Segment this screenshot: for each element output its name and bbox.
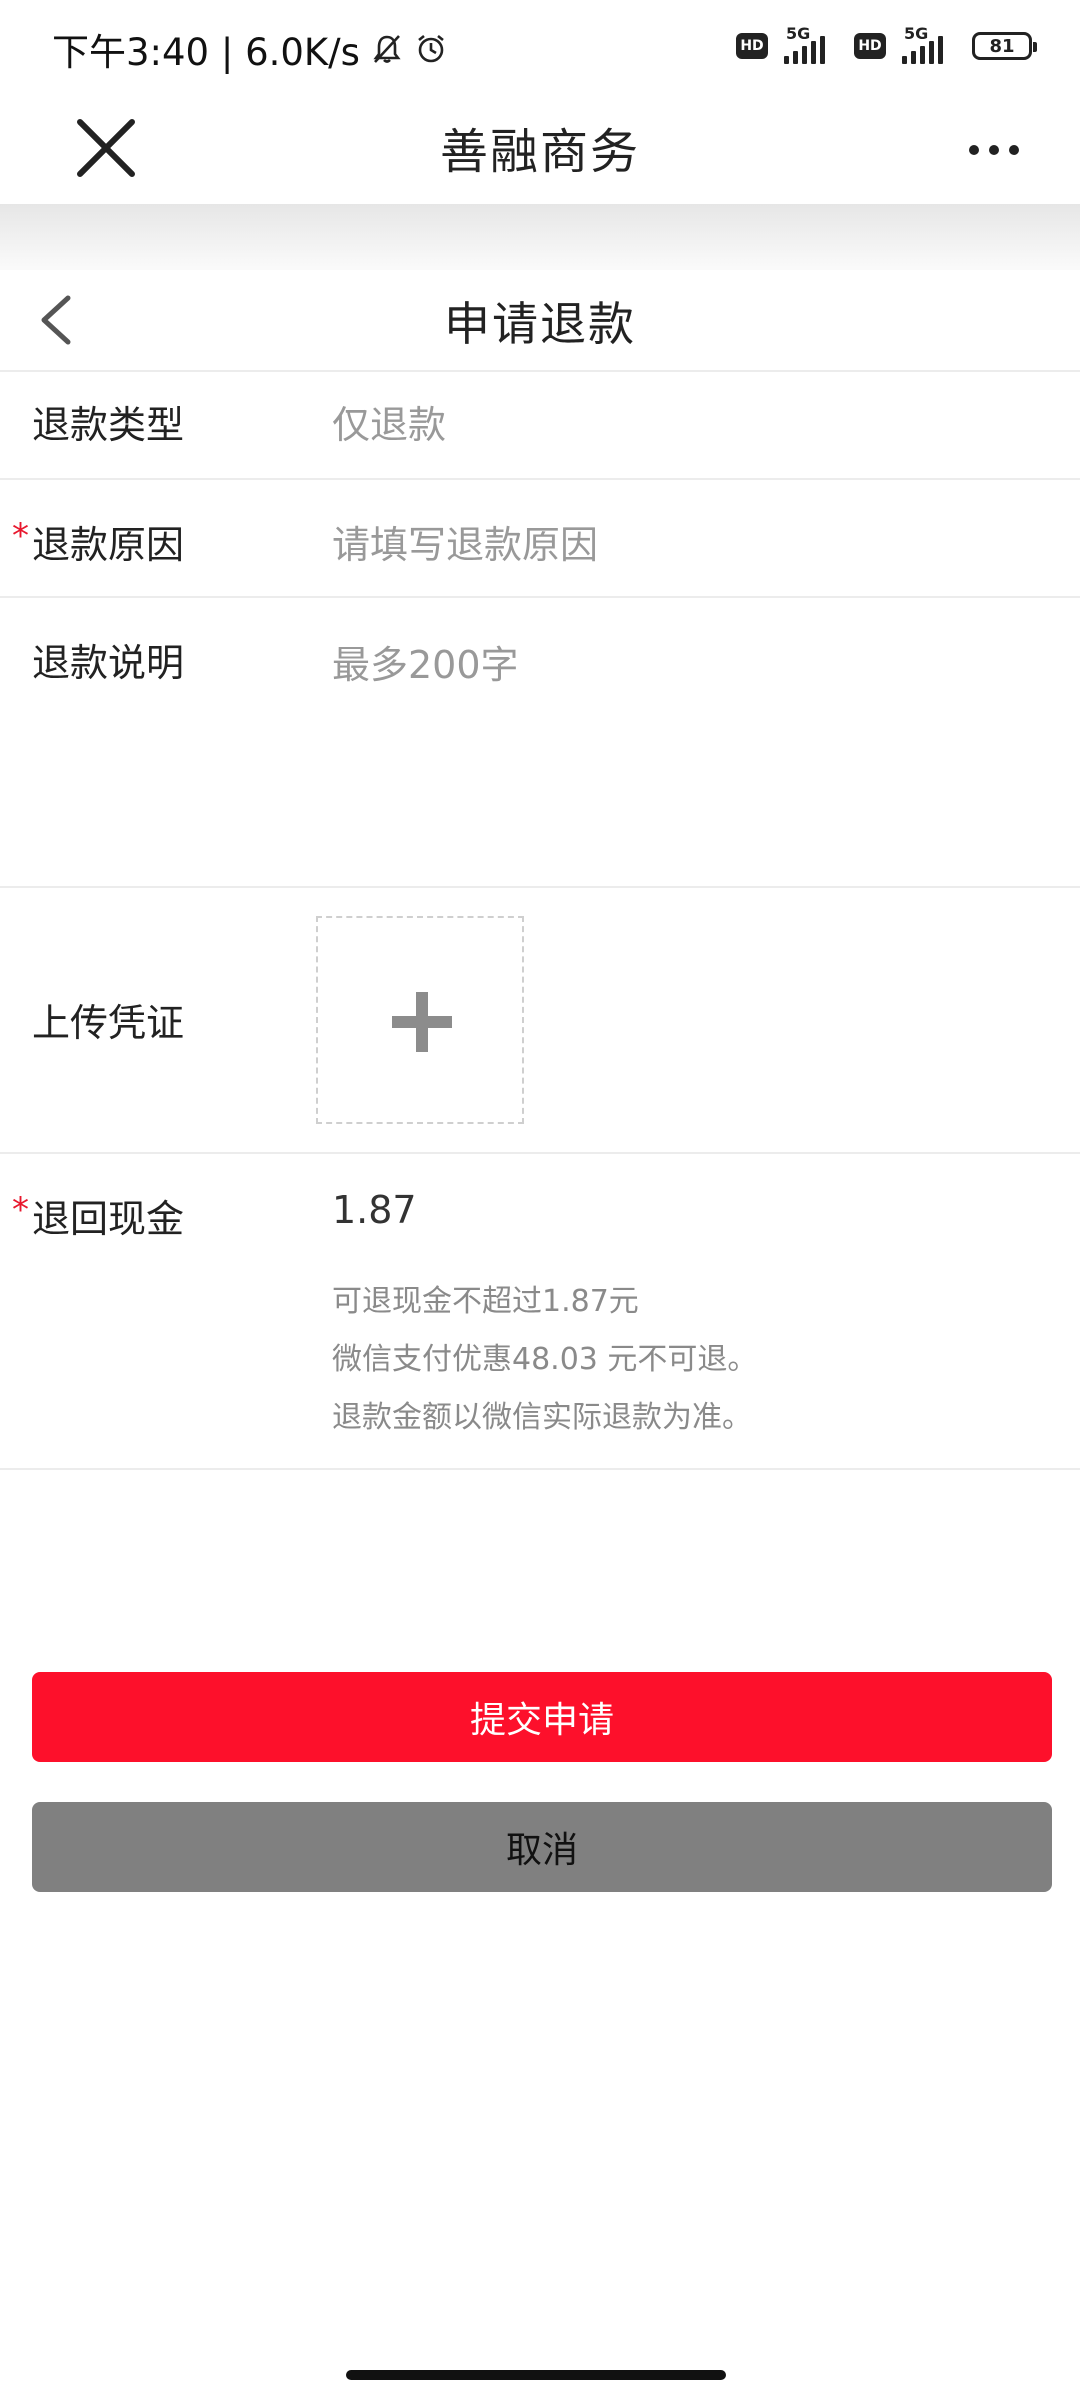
upload-proof-row: 上传凭证 xyxy=(0,888,1080,1154)
app-nav-bar: 善融商务 xyxy=(0,92,1080,204)
refund-note-row: 退款说明 最多200字 xyxy=(0,598,1080,888)
refund-cash-label: 退回现金 xyxy=(32,1197,185,1241)
refund-cash-input[interactable]: 1.87 xyxy=(332,1188,417,1232)
page-title: 申请退款 xyxy=(444,297,636,351)
refund-type-value: 仅退款 xyxy=(332,403,447,447)
hd-icon: HD xyxy=(854,33,886,59)
signal-5g-icon: 5G xyxy=(898,24,960,66)
refund-reason-label: 退款原因 xyxy=(32,523,185,567)
bell-muted-icon xyxy=(373,35,401,63)
alarm-clock-icon xyxy=(418,34,444,63)
refund-application-page: 下午3:40 | 6.0K/s HD 5G HD 5G 81 善融商务 申请退款… xyxy=(0,0,1080,2400)
upload-proof-label: 上传凭证 xyxy=(32,1001,185,1045)
plus-icon xyxy=(392,992,452,1052)
required-mark: * xyxy=(12,1190,29,1230)
status-bar: 下午3:40 | 6.0K/s HD 5G HD 5G 81 xyxy=(0,0,1080,92)
required-mark: * xyxy=(12,516,29,556)
signal-5g-icon: 5G xyxy=(780,24,842,66)
refund-type-label: 退款类型 xyxy=(32,403,185,447)
refund-hint-line: 可退现金不超过1.87元 xyxy=(332,1284,639,1319)
submit-button[interactable]: 提交申请 xyxy=(32,1672,1052,1762)
status-time: 下午3:40 | 6.0K/s xyxy=(52,22,448,76)
refund-hint-line: 微信支付优惠48.03 元不可退。 xyxy=(332,1342,758,1377)
upload-image-button[interactable] xyxy=(316,916,524,1124)
app-title: 善融商务 xyxy=(439,124,640,180)
more-icon[interactable] xyxy=(960,130,1030,170)
status-time-text: 下午3:40 | 6.0K/s xyxy=(52,31,360,74)
status-right-group: HD 5G HD 5G 81 xyxy=(736,24,1037,66)
refund-note-textarea[interactable]: 最多200字 xyxy=(332,634,519,689)
battery-icon: 81 xyxy=(972,32,1037,60)
refund-hint-line: 退款金额以微信实际退款为准。 xyxy=(332,1400,752,1435)
refund-reason-input[interactable]: 请填写退款原因 xyxy=(332,514,598,569)
page-header: 申请退款 xyxy=(0,270,1080,372)
refund-note-label: 退款说明 xyxy=(32,641,185,685)
hd-icon: HD xyxy=(736,33,768,59)
refund-reason-row: * 退款原因 请填写退款原因 xyxy=(0,480,1080,598)
refund-cash-row: * 退回现金 1.87 可退现金不超过1.87元 微信支付优惠48.03 元不可… xyxy=(0,1154,1080,1470)
home-indicator[interactable] xyxy=(346,2370,726,2380)
refund-type-row: 退款类型 仅退款 xyxy=(0,372,1080,480)
cancel-button[interactable]: 取消 xyxy=(32,1802,1052,1892)
